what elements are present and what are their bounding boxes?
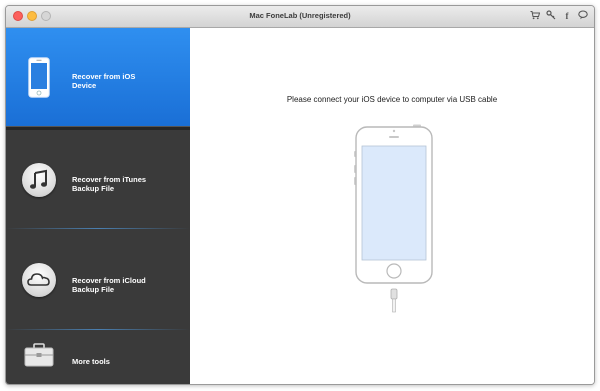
cart-icon[interactable] <box>530 10 541 22</box>
sidebar-divider <box>6 228 190 229</box>
sidebar-item-recover-ios[interactable]: Recover from iOS Device <box>6 28 190 126</box>
sidebar-item-label: Recover from iOS Device <box>72 72 136 90</box>
key-icon[interactable] <box>546 10 556 22</box>
sidebar-item-more-tools[interactable]: More tools <box>6 331 190 384</box>
iphone-icon <box>28 57 50 103</box>
sidebar-divider <box>6 329 190 330</box>
sidebar-item-recover-itunes[interactable]: Recover from iTunes Backup File <box>6 130 190 228</box>
sidebar-item-label: More tools <box>72 357 110 366</box>
sidebar: Recover from iOS Device Recover from iTu… <box>6 28 190 384</box>
window-title: Mac FoneLab (Unregistered) <box>249 11 351 20</box>
title-bar: Mac FoneLab (Unregistered) f <box>6 6 594 28</box>
sidebar-item-label: Recover from iCloud Backup File <box>72 276 146 294</box>
facebook-icon[interactable]: f <box>562 10 572 22</box>
toolbox-icon <box>24 343 54 372</box>
toolbar-icons: f <box>530 10 588 22</box>
app-window: Mac FoneLab (Unregistered) f Recover fro… <box>5 5 595 385</box>
sidebar-item-label: Recover from iTunes Backup File <box>72 175 147 193</box>
connect-instruction: Please connect your iOS device to comput… <box>286 95 498 104</box>
chat-icon[interactable] <box>578 10 588 22</box>
main-panel: Please connect your iOS device to comput… <box>190 28 594 384</box>
iphone-illustration <box>348 124 440 321</box>
sidebar-item-recover-icloud[interactable]: Recover from iCloud Backup File <box>6 231 190 329</box>
cloud-icon <box>22 263 56 297</box>
music-note-icon <box>22 163 56 197</box>
